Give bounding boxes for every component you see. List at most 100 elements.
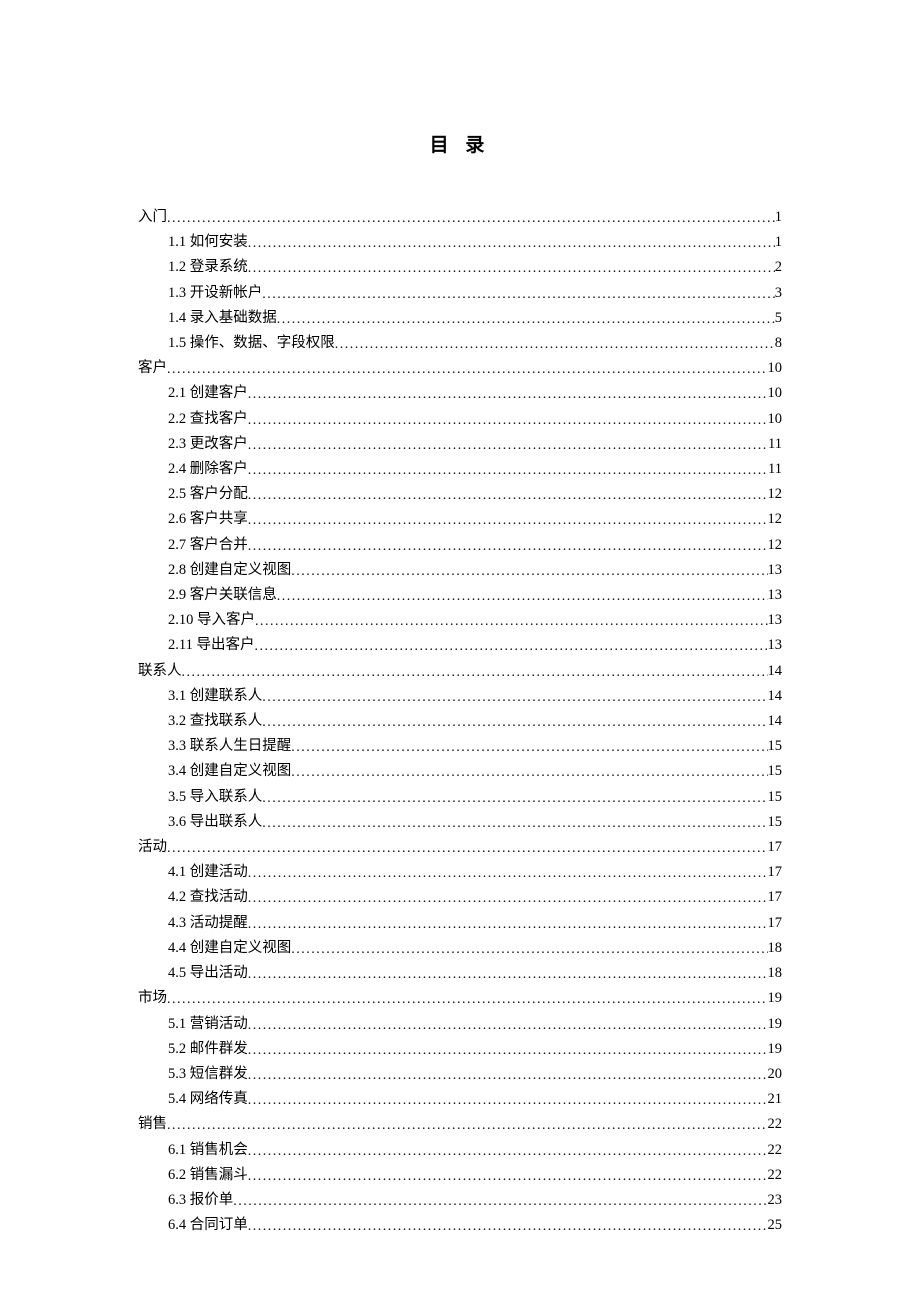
toc-entry: 6.1 销售机会 22 xyxy=(138,1138,782,1163)
toc-entry-label: 客户 xyxy=(138,356,167,380)
toc-leader-dots xyxy=(262,787,767,810)
toc-entry: 6.3 报价单23 xyxy=(138,1188,782,1213)
toc-entry-label: 1.3 开设新帐户 xyxy=(168,281,262,305)
toc-leader-dots xyxy=(335,333,775,356)
toc-entry-label: 6.1 销售机会 xyxy=(168,1138,248,1162)
toc-leader-dots xyxy=(167,837,768,860)
toc-entry: 2.7 客户合并12 xyxy=(138,533,782,558)
toc-entry: 3.1 创建联系人 14 xyxy=(138,684,782,709)
toc-entry-page: 15 xyxy=(768,734,783,758)
toc-entry-page: 17 xyxy=(768,835,783,859)
toc-entry-label: 2.8 创建自定义视图 xyxy=(168,558,291,582)
toc-entry-label: 入门 xyxy=(138,205,167,229)
toc-entry-page: 15 xyxy=(768,785,783,809)
toc-entry: 4.3 活动提醒 17 xyxy=(138,911,782,936)
toc-entry-page: 1 xyxy=(775,205,782,229)
toc-entry-label: 1.2 登录系统 xyxy=(168,255,248,279)
toc-entry-label: 3.1 创建联系人 xyxy=(168,684,262,708)
toc-entry-page: 18 xyxy=(768,961,783,985)
toc-leader-dots xyxy=(248,257,775,280)
toc-entry: 3.5 导入联系人 15 xyxy=(138,785,782,810)
toc-leader-dots xyxy=(248,1014,768,1037)
toc-entry-label: 3.5 导入联系人 xyxy=(168,785,262,809)
toc-entry-label: 销售 xyxy=(138,1112,167,1136)
toc-leader-dots xyxy=(248,862,768,885)
toc-entry-label: 2.6 客户共享 xyxy=(168,507,248,531)
toc-entry: 4.5 导出活动18 xyxy=(138,961,782,986)
toc-entry-label: 2.9 客户关联信息 xyxy=(168,583,277,607)
toc-entry-page: 13 xyxy=(768,583,783,607)
toc-leader-dots xyxy=(167,988,768,1011)
toc-entry: 3.6 导出联系人15 xyxy=(138,810,782,835)
toc-leader-dots xyxy=(248,887,768,910)
toc-entry-page: 10 xyxy=(768,407,783,431)
toc-entry-label: 4.3 活动提醒 xyxy=(168,911,248,935)
toc-leader-dots xyxy=(248,484,768,507)
toc-leader-dots xyxy=(248,434,768,457)
toc-entry: 5.2 邮件群发19 xyxy=(138,1037,782,1062)
toc-leader-dots xyxy=(277,308,775,331)
toc-entry-page: 22 xyxy=(768,1163,783,1187)
toc-leader-dots xyxy=(248,1215,768,1238)
toc-entry-page: 12 xyxy=(768,482,783,506)
toc-title: 目 录 xyxy=(138,130,782,157)
toc-leader-dots xyxy=(291,736,767,759)
toc-leader-dots xyxy=(167,1114,768,1137)
toc-entry-label: 6.2 销售漏斗 xyxy=(168,1163,248,1187)
toc-leader-dots xyxy=(167,207,775,230)
toc-entry-label: 1.1 如何安装 xyxy=(168,230,248,254)
toc-entry-page: 19 xyxy=(768,1012,783,1036)
toc-entry-label: 3.2 查找联系人 xyxy=(168,709,262,733)
toc-entry-page: 20 xyxy=(768,1062,783,1086)
toc-entry-label: 2.10 导入客户 xyxy=(168,608,255,632)
toc-entry-page: 17 xyxy=(768,885,783,909)
toc-entry-label: 2.7 客户合并 xyxy=(168,533,248,557)
toc-entry-page: 17 xyxy=(768,860,783,884)
toc-entry-label: 2.4 删除客户 xyxy=(168,457,248,481)
toc-entry-page: 19 xyxy=(768,986,783,1010)
toc-leader-dots xyxy=(262,812,767,835)
toc-entry: 2.5 客户分配12 xyxy=(138,482,782,507)
toc-entry-page: 14 xyxy=(768,709,783,733)
toc-entry-page: 17 xyxy=(768,911,783,935)
toc-entry-page: 14 xyxy=(768,684,783,708)
toc-entry: 6.2 销售漏斗 22 xyxy=(138,1163,782,1188)
toc-entry-page: 1 xyxy=(775,230,782,254)
toc-entry: 5.4 网络传真 21 xyxy=(138,1087,782,1112)
toc-entry-label: 3.4 创建自定义视图 xyxy=(168,759,291,783)
toc-entry-label: 4.2 查找活动 xyxy=(168,885,248,909)
toc-entry-page: 21 xyxy=(768,1087,783,1111)
toc-entry-label: 2.1 创建客户 xyxy=(168,381,248,405)
toc-entry-label: 5.4 网络传真 xyxy=(168,1087,248,1111)
toc-leader-dots xyxy=(233,1190,767,1213)
toc-entry-page: 22 xyxy=(768,1112,783,1136)
toc-entry: 2.11 导出客户13 xyxy=(138,633,782,658)
toc-leader-dots xyxy=(182,661,768,684)
toc-entry-label: 2.2 查找客户 xyxy=(168,407,248,431)
toc-leader-dots xyxy=(248,913,768,936)
toc-entry-page: 22 xyxy=(768,1138,783,1162)
toc-entry: 1.5 操作、数据、字段权限8 xyxy=(138,331,782,356)
toc-entry: 1.2 登录系统2 xyxy=(138,255,782,280)
toc-entry-label: 活动 xyxy=(138,835,167,859)
toc-leader-dots xyxy=(248,535,768,558)
toc-entry-label: 5.2 邮件群发 xyxy=(168,1037,248,1061)
toc-entry: 1.1 如何安装 1 xyxy=(138,230,782,255)
toc-entry: 2.2 查找客户 10 xyxy=(138,407,782,432)
toc-leader-dots xyxy=(262,283,775,306)
toc-entry-label: 5.3 短信群发 xyxy=(168,1062,248,1086)
toc-entry: 3.4 创建自定义视图15 xyxy=(138,759,782,784)
toc-entry-page: 11 xyxy=(768,432,782,456)
toc-entry-page: 25 xyxy=(768,1213,783,1237)
toc-entry-page: 11 xyxy=(768,457,782,481)
toc-entry-page: 10 xyxy=(768,356,783,380)
toc-entry: 2.10 导入客户13 xyxy=(138,608,782,633)
toc-entry-page: 13 xyxy=(768,633,783,657)
toc-entry-page: 13 xyxy=(768,558,783,582)
toc-leader-dots xyxy=(262,711,767,734)
toc-entry-label: 3.6 导出联系人 xyxy=(168,810,262,834)
toc-entry: 5.1 营销活动 19 xyxy=(138,1012,782,1037)
toc-entry: 3.2 查找联系人 14 xyxy=(138,709,782,734)
toc-entry-page: 3 xyxy=(775,281,782,305)
toc-entry-label: 5.1 营销活动 xyxy=(168,1012,248,1036)
